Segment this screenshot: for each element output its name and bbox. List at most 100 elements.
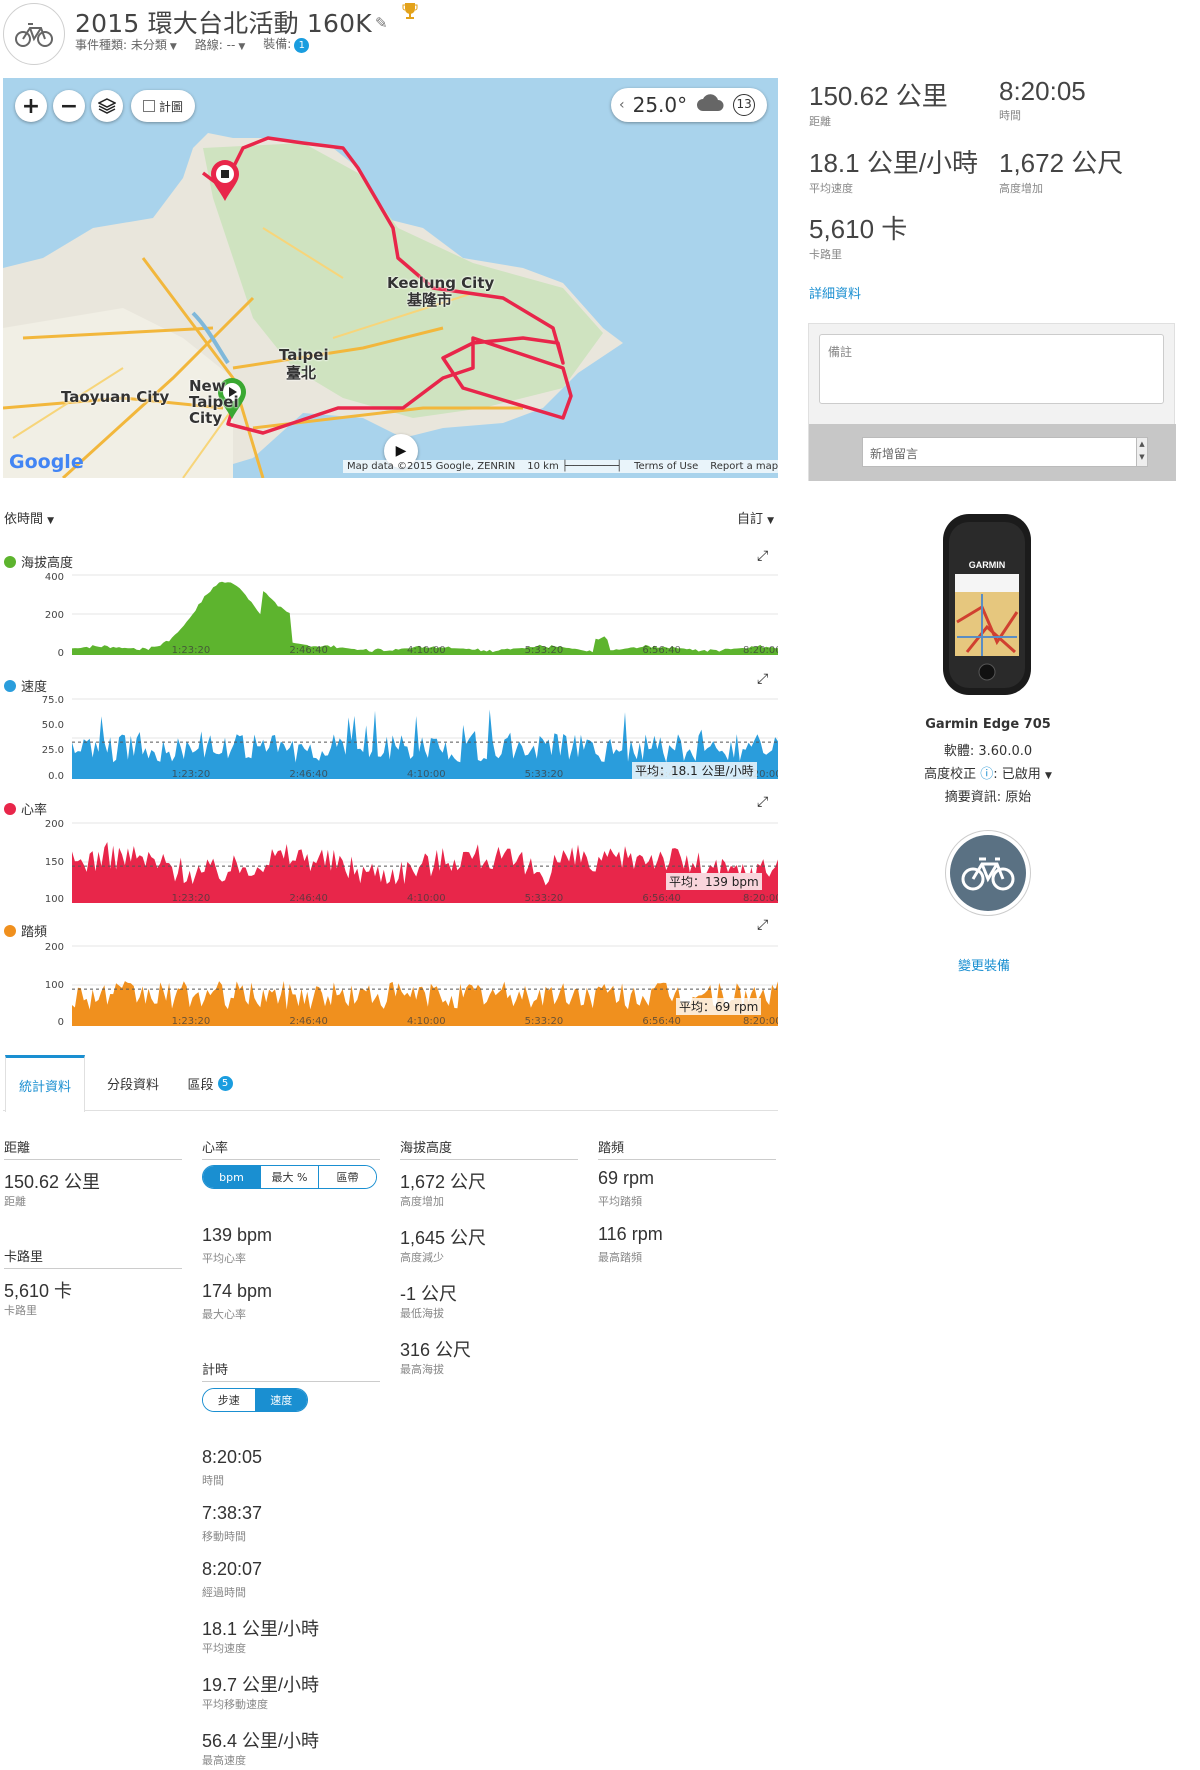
zoom-out-button[interactable]: − <box>53 90 85 122</box>
avg-speed-label: 平均速度 <box>202 1642 246 1655</box>
wind-speed: 13 <box>733 94 756 116</box>
x-mode-dropdown[interactable]: 依時間 ▼ <box>4 508 54 527</box>
device-image: GARMIN <box>937 512 1037 697</box>
expand-icon[interactable]: ⤢ <box>757 794 768 810</box>
details-link[interactable]: 詳細資料 <box>809 283 861 302</box>
temperature: 25.0° <box>632 93 688 117</box>
min-elev-label: 最低海拔 <box>400 1307 444 1320</box>
trophy-icon <box>402 2 418 26</box>
elapsed-time-label: 經過時間 <box>202 1586 246 1599</box>
pace-speed-toggle: 步速 速度 <box>202 1388 308 1412</box>
comment-stepper[interactable]: ▲ ▼ <box>1136 437 1148 467</box>
equipment-link[interactable]: 裝備: 1 <box>263 35 310 53</box>
route-map[interactable]: + − 計圖 ‹ 25.0° 13 Keelung City 基隆市 Taipe… <box>3 78 778 478</box>
x-tick-label: 2:46:40 <box>289 645 328 655</box>
cadence-chart-title: 踏頻 <box>4 921 47 940</box>
speed-chart-title: 速度 <box>4 676 47 695</box>
toggle-pace[interactable]: 步速 <box>203 1389 256 1411</box>
route-dropdown[interactable]: 路線: -- ▼ <box>195 36 245 53</box>
edit-title-icon[interactable]: ✎ <box>375 14 388 32</box>
layers-icon[interactable] <box>91 90 123 122</box>
expand-icon[interactable]: ⤢ <box>757 917 768 933</box>
tab-segments[interactable]: 區段 5 <box>175 1055 245 1111</box>
x-tick-label: 5:33:20 <box>525 769 564 779</box>
toggle-bpm[interactable]: bpm <box>203 1166 261 1188</box>
elev-gain-value: 1,672 公尺 <box>400 1172 487 1192</box>
tab-splits[interactable]: 分段資料 <box>93 1055 173 1111</box>
x-tick-label: 2:46:40 <box>289 769 328 779</box>
distance-value: 150.62 公里 <box>4 1172 101 1192</box>
calories-label: 卡路里 <box>4 1304 37 1317</box>
equipment-bike-button[interactable] <box>945 830 1031 916</box>
layer-checkbox[interactable] <box>142 100 155 112</box>
terms-link[interactable]: Terms of Use <box>634 461 698 472</box>
x-tick-label: 8:20:00 <box>743 893 778 903</box>
map-layer-toggle[interactable]: 計圖 <box>131 90 195 122</box>
cadence-chart[interactable]: 1:23:20 2:46:40 4:10:00 5:33:20 6:56:40 8:20:… <box>72 944 778 1026</box>
x-tick-label: 1:23:20 <box>172 645 211 655</box>
time-label: 時間 <box>202 1474 224 1487</box>
x-tick-label: 5:33:20 <box>525 645 564 655</box>
toggle-max-percent[interactable]: 最大 % <box>261 1166 319 1188</box>
x-tick-label: 6:56:40 <box>642 1016 681 1026</box>
elev-gain-label: 高度增加 <box>400 1195 444 1208</box>
x-tick-label: 6:56:40 <box>642 893 681 903</box>
help-icon[interactable]: ⓘ <box>980 767 993 782</box>
x-tick-label: 6:56:40 <box>642 645 681 655</box>
tab-stats[interactable]: 統計資料 <box>5 1055 85 1112</box>
heart-rate-unit-toggle: bpm 最大 % 區帶 <box>202 1165 377 1189</box>
x-tick-label: 4:10:00 <box>407 1016 446 1026</box>
expand-icon[interactable]: ⤢ <box>757 548 768 564</box>
map-label-taipei-zh: 臺北 <box>286 364 317 382</box>
toggle-speed[interactable]: 速度 <box>255 1389 307 1411</box>
x-tick-label: 8:20:00 <box>743 1016 778 1026</box>
avg-cadence-value: 69 rpm <box>598 1168 655 1188</box>
summary-time: 8:20:05 時間 <box>999 76 1086 122</box>
max-speed-label: 最高速度 <box>202 1754 246 1767</box>
end-marker-icon[interactable] <box>210 160 240 206</box>
summary-avg-speed: 18.1 公里/小時 平均速度 <box>809 148 979 195</box>
chevron-left-icon[interactable]: ‹ <box>619 97 625 113</box>
x-tick-label: 4:10:00 <box>407 769 446 779</box>
calories-head: 卡路里 <box>4 1246 182 1269</box>
max-hr-label: 最大心率 <box>202 1308 246 1321</box>
heart-rate-chart[interactable]: 1:23:20 2:46:40 4:10:00 5:33:20 6:56:40 8:20:… <box>72 821 778 903</box>
stats-tabs: 統計資料 分段資料 區段 5 <box>3 1055 778 1112</box>
moving-time-value: 7:38:37 <box>202 1503 263 1523</box>
event-type-dropdown[interactable]: 事件種類: 未分類 ▼ <box>75 36 177 53</box>
avg-hr-value: 139 bpm <box>202 1225 273 1245</box>
distance-head: 距離 <box>4 1137 182 1160</box>
x-tick-label: 5:33:20 <box>525 1016 564 1026</box>
expand-icon[interactable]: ⤢ <box>757 671 768 687</box>
bike-icon <box>950 835 1026 911</box>
x-tick-label: 4:10:00 <box>407 645 446 655</box>
activity-type-icon <box>3 3 65 65</box>
x-tick-label: 2:46:40 <box>289 1016 328 1026</box>
toggle-zones[interactable]: 區帶 <box>319 1166 376 1188</box>
moving-time-label: 移動時間 <box>202 1530 246 1543</box>
elevation-chart[interactable]: 1:23:20 2:46:40 4:10:00 5:33:20 6:56:40 8:20:… <box>72 573 778 655</box>
x-tick-label: 1:23:20 <box>172 893 211 903</box>
note-textarea[interactable]: 備註 <box>819 334 1164 404</box>
equipment-count-badge: 1 <box>294 38 310 53</box>
chevron-down-icon[interactable]: ▼ <box>1045 771 1052 781</box>
max-cadence-value: 116 rpm <box>598 1224 663 1244</box>
avg-hr-label: 平均心率 <box>202 1252 246 1265</box>
change-equipment-link[interactable]: 變更裝備 <box>958 955 1010 974</box>
comment-panel: 備註 新增留言 ▲ ▼ <box>808 323 1176 481</box>
weather-widget[interactable]: ‹ 25.0° 13 <box>611 88 767 122</box>
zoom-in-button[interactable]: + <box>15 90 47 122</box>
cadence-legend-dot <box>4 924 16 937</box>
comment-input[interactable]: 新增留言 <box>862 437 1144 467</box>
cloud-icon <box>695 93 725 118</box>
x-tick-label: 8:20:00 <box>743 645 778 655</box>
max-speed-value: 56.4 公里/小時 <box>202 1731 320 1751</box>
elevation-chart-title: 海拔高度 <box>4 552 73 571</box>
report-link[interactable]: Report a map error <box>710 461 778 472</box>
custom-dropdown[interactable]: 自訂 ▼ <box>737 508 774 527</box>
x-tick-label: 5:33:20 <box>525 893 564 903</box>
device-name: Garmin Edge 705 <box>925 717 1051 732</box>
max-cadence-label: 最高踏頻 <box>598 1251 642 1264</box>
time-value: 8:20:05 <box>202 1447 263 1467</box>
segments-badge: 5 <box>217 1075 233 1091</box>
